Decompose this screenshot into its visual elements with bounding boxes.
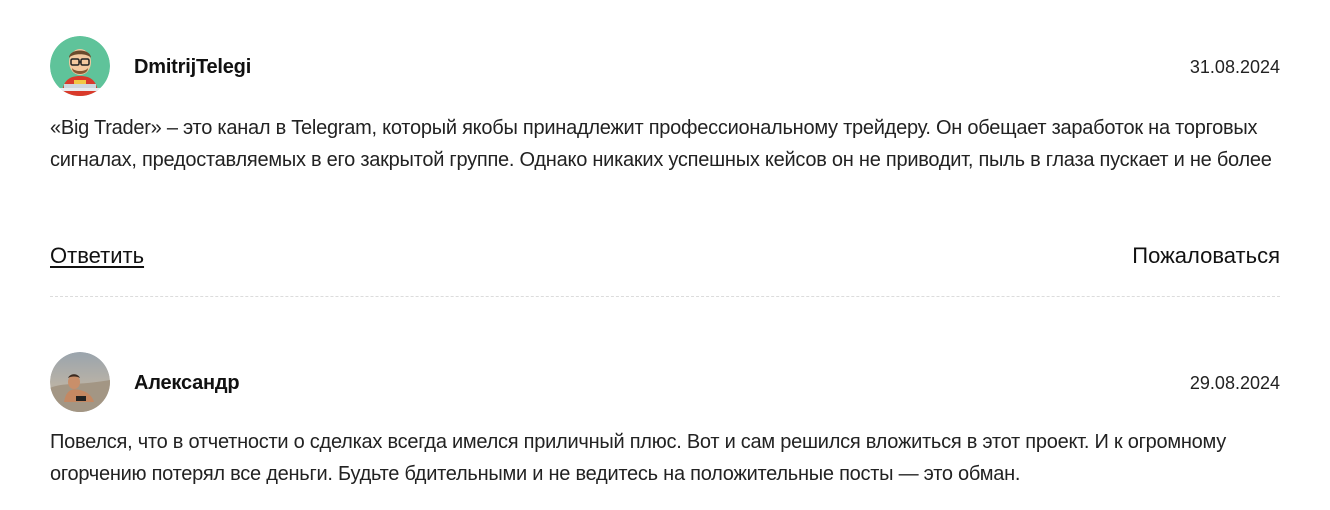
- report-link[interactable]: Пожаловаться: [1132, 242, 1280, 270]
- photo-avatar-icon: [50, 352, 110, 412]
- author-name: DmitrijTelegi: [134, 56, 252, 78]
- avatar: [50, 352, 110, 412]
- comment: Александр 29.08.2024 Повелся, что в отче…: [50, 352, 1280, 485]
- comment-actions: Ответить Пожаловаться: [50, 242, 1280, 272]
- reply-link[interactable]: Ответить: [50, 242, 144, 270]
- divider: [50, 296, 1280, 297]
- comment-header: Александр 29.08.2024: [50, 352, 1280, 412]
- cartoon-avatar-icon: [50, 36, 110, 96]
- comment-text: Повелся, что в отчетности о сделках всег…: [50, 431, 1227, 485]
- comment-header: DmitrijTelegi 31.08.2024: [50, 36, 1280, 96]
- comment-date: 31.08.2024: [1189, 57, 1280, 77]
- author-name: Александр: [134, 372, 240, 394]
- comment-date: 29.08.2024: [1189, 373, 1280, 393]
- comment-text: «Big Trader» – это канал в Telegram, кот…: [50, 117, 1272, 171]
- avatar: [50, 36, 110, 96]
- comment: DmitrijTelegi 31.08.2024 «Big Trader» – …: [50, 36, 1280, 297]
